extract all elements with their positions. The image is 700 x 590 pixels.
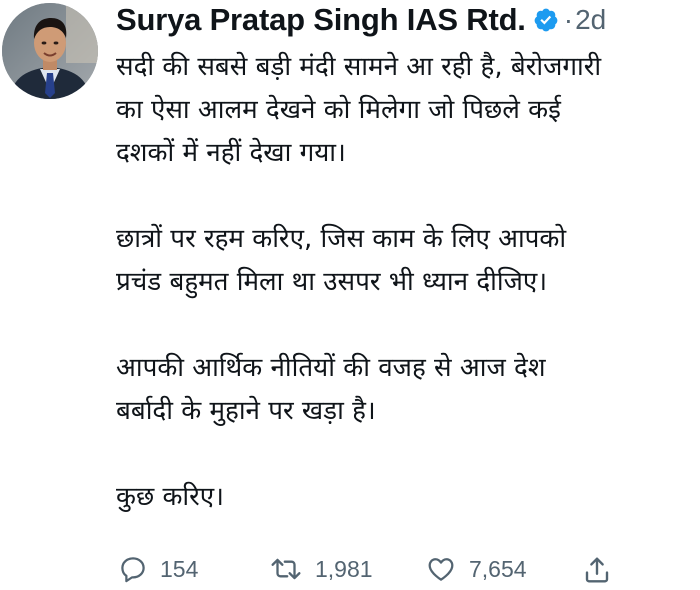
tweet-header: Surya Pratap Singh IAS Rtd. · 2d	[116, 0, 606, 40]
retweet-icon	[271, 558, 301, 580]
tweet-line: सदी की सबसे बड़ी मंदी सामने आ रही है, बे…	[116, 52, 602, 82]
verified-badge-icon	[534, 8, 558, 32]
tweet-line: बर्बादी के मुहाने पर खड़ा है।	[116, 396, 376, 426]
header-separator: ·	[563, 4, 574, 35]
person-avatar-icon	[2, 3, 98, 99]
tweet-line: कुछ करिए।	[116, 482, 225, 512]
tweet-line: का ऐसा आलम देखने को मिलेगा जो पिछले कई	[116, 95, 561, 125]
share-button[interactable]	[582, 554, 612, 586]
author-avatar[interactable]	[2, 3, 98, 99]
tweet-line: प्रचंड बहुमत मिला था उसपर भी ध्यान दीजिए…	[116, 267, 548, 297]
tweet-line: दशकों में नहीं देखा गया।	[116, 138, 346, 168]
tweet[interactable]: Surya Pratap Singh IAS Rtd. · 2d सदी की …	[0, 0, 700, 590]
like-count: 7,654	[469, 555, 527, 582]
share-icon	[585, 557, 609, 583]
tweet-line: छात्रों पर रहम करिए, जिस काम के लिए आपको	[116, 224, 567, 254]
tweet-text: सदी की सबसे बड़ी मंदी सामने आ रही है, बे…	[116, 46, 696, 519]
retweet-count: 1,981	[315, 555, 373, 582]
reply-icon	[121, 557, 145, 583]
author-name[interactable]: Surya Pratap Singh IAS Rtd.	[116, 2, 526, 38]
heart-icon	[428, 558, 454, 581]
reply-count: 154	[160, 555, 199, 582]
tweet-actions: 154 1,981 7,654	[116, 554, 696, 590]
retweet-button[interactable]: 1,981	[269, 554, 373, 584]
tweet-timestamp[interactable]: 2d	[575, 4, 606, 36]
tweet-line: आपकी आर्थिक नीतियों की वजह से आज देश	[116, 353, 546, 383]
reply-button[interactable]: 154	[118, 554, 198, 584]
like-button[interactable]: 7,654	[425, 554, 527, 584]
